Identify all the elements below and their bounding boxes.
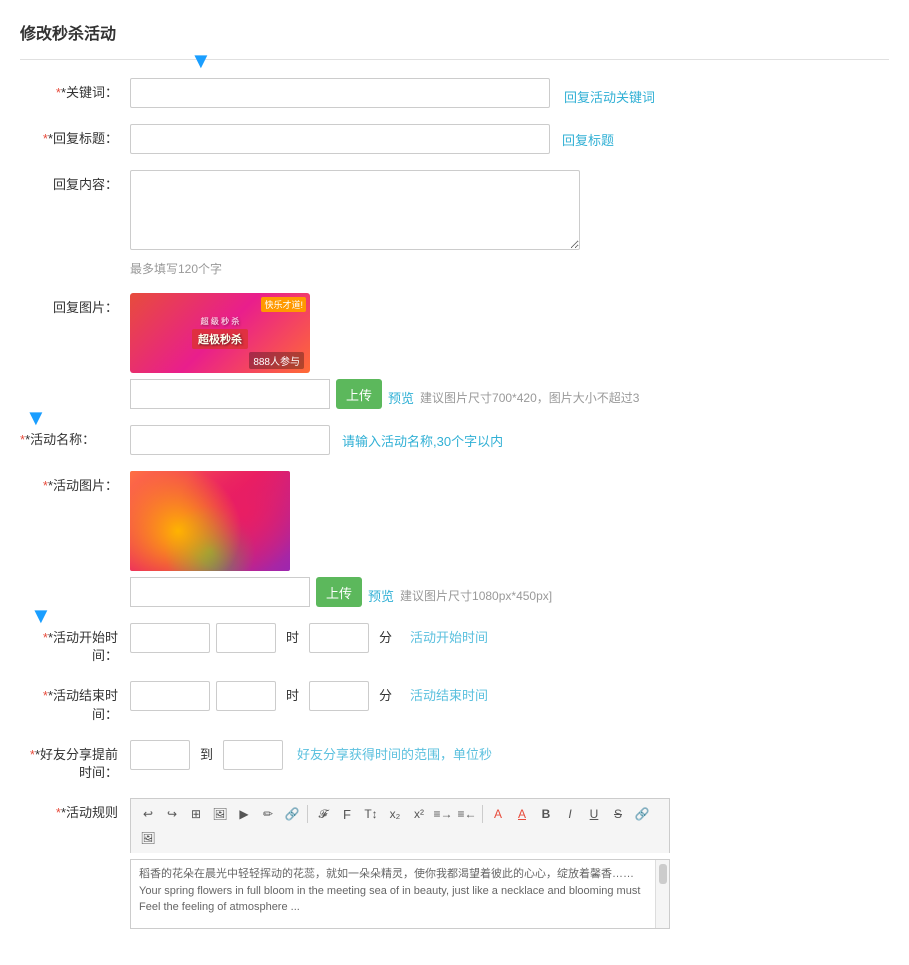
forecolor-icon[interactable]: A: [487, 803, 509, 825]
reply-image-hint: 建议图片尺寸700*420，图片大小不超过3: [420, 383, 639, 406]
editor-area[interactable]: 稻香的花朵在晨光中轻轻挥动的花蕊，就如一朵朵精灵，使你我都渴望着彼此的心心，绽放…: [130, 859, 670, 929]
sup-icon[interactable]: x²: [408, 803, 430, 825]
table-icon[interactable]: ⊞: [185, 803, 207, 825]
reply-image-upload-btn[interactable]: 上传: [336, 379, 382, 409]
share-time-to-input[interactable]: 30: [223, 740, 283, 770]
activity-image-label: **活动图片：: [20, 471, 130, 495]
end-hour-input[interactable]: 08: [216, 681, 276, 711]
italic-icon[interactable]: I: [559, 803, 581, 825]
activity-image-url-input[interactable]: http://wx.wxbcms.com/uploads/g/: [130, 577, 310, 607]
end-minute-unit: 分: [375, 681, 396, 711]
reply-image-preview-box: 超 级 秒 杀 超极秒杀 快乐才道! 888人参与: [130, 293, 310, 373]
reply-image-preview-btn[interactable]: 预览: [388, 382, 414, 407]
activity-name-hint: 请输入活动名称,30个字以内: [336, 425, 503, 450]
reply-content-textarea[interactable]: [130, 170, 580, 250]
link-icon[interactable]: 🔗: [281, 803, 303, 825]
start-time-label: ▼ **活动开始时间：: [20, 623, 130, 665]
end-date-input[interactable]: 2018-10-22: [130, 681, 210, 711]
image-sub: 888人参与: [249, 352, 304, 369]
share-time-to-label: 到: [196, 740, 217, 770]
strikethrough-icon[interactable]: S: [607, 803, 629, 825]
keyword-label: **关键词：: [20, 78, 130, 102]
page-title: 修改秒杀活动: [20, 10, 889, 60]
draw-icon[interactable]: ✏: [257, 803, 279, 825]
editor-content: 稻香的花朵在晨光中轻轻挥动的花蕊，就如一朵朵精灵，使你我都渴望着彼此的心心，绽放…: [139, 866, 661, 916]
share-time-label: **好友分享提前时间：: [20, 740, 130, 782]
reply-image-label: 回复图片：: [20, 293, 130, 317]
rules-label: **活动规则: [20, 798, 130, 822]
share-time-from-input[interactable]: 20: [130, 740, 190, 770]
keyword-input[interactable]: 微秒杀: [130, 78, 550, 108]
reply-title-label: **回复标题：: [20, 124, 130, 148]
start-minute-unit: 分: [375, 623, 396, 653]
underline-icon[interactable]: U: [583, 803, 605, 825]
char-limit: 最多填写120个字: [130, 260, 889, 277]
activity-image-inner: [130, 471, 290, 571]
arrow-annotation-1: ▼: [190, 48, 212, 74]
media-icon[interactable]: ▶: [233, 803, 255, 825]
toolbar-divider-2: [482, 805, 483, 823]
backcolor-icon[interactable]: A: [511, 803, 533, 825]
image2-icon[interactable]: 🖼: [137, 827, 159, 849]
end-time-label: **活动结束时间：: [20, 681, 130, 723]
reply-image-url-input[interactable]: http://s.404.cn/tpl/static/seckill/ima: [130, 379, 330, 409]
end-hour-unit: 时: [282, 681, 303, 711]
activity-name-input[interactable]: 微秒杀: [130, 425, 330, 455]
toolbar-divider-1: [307, 805, 308, 823]
start-date-input[interactable]: 2017-09-22: [130, 623, 210, 653]
start-hour-input[interactable]: 20: [216, 623, 276, 653]
image-icon[interactable]: 🖼: [209, 803, 231, 825]
share-time-hint: 好友分享获得时间的范围，单位秒: [289, 740, 492, 770]
start-minute-input[interactable]: 00: [309, 623, 369, 653]
undo-icon[interactable]: ↩: [137, 803, 159, 825]
bold-icon[interactable]: B: [535, 803, 557, 825]
start-hour-unit: 时: [282, 623, 303, 653]
start-time-hint: 活动开始时间: [402, 623, 488, 653]
reply-title-input[interactable]: 微秒杀: [130, 124, 550, 154]
text-format-icon[interactable]: 𝓕: [312, 803, 334, 825]
image-badge: 快乐才道!: [261, 297, 306, 312]
end-minute-input[interactable]: 00: [309, 681, 369, 711]
link2-icon[interactable]: 🔗: [631, 803, 653, 825]
activity-image-preview-box: [130, 471, 290, 571]
scrollbar-thumb[interactable]: [659, 864, 667, 884]
end-time-hint: 活动结束时间: [402, 681, 488, 711]
reply-title-hint: 回复标题: [556, 124, 614, 149]
arrow-annotation-3: ▼: [30, 601, 52, 632]
editor-toolbar: ↩ ↪ ⊞ 🖼 ▶ ✏ 🔗 𝓕 F T↕ x₂ x² ≡→ ≡← A A B I: [130, 798, 670, 853]
activity-image-upload-btn[interactable]: 上传: [316, 577, 362, 607]
reply-content-label: 回复内容：: [20, 170, 130, 194]
keyword-hint: 回复活动关键词: [558, 81, 655, 106]
activity-image-preview-btn[interactable]: 预览: [368, 580, 394, 605]
sub-icon[interactable]: x₂: [384, 803, 406, 825]
fontsize-icon[interactable]: T↕: [360, 803, 382, 825]
activity-image-hint: 建议图片尺寸1080px*450px]: [400, 581, 552, 604]
outdent-icon[interactable]: ≡←: [456, 803, 478, 825]
activity-name-label: ▼ **活动名称：: [20, 425, 130, 449]
redo-icon[interactable]: ↪: [161, 803, 183, 825]
font-icon[interactable]: F: [336, 803, 358, 825]
arrow-annotation-2: ▼: [25, 403, 47, 434]
indent-icon[interactable]: ≡→: [432, 803, 454, 825]
